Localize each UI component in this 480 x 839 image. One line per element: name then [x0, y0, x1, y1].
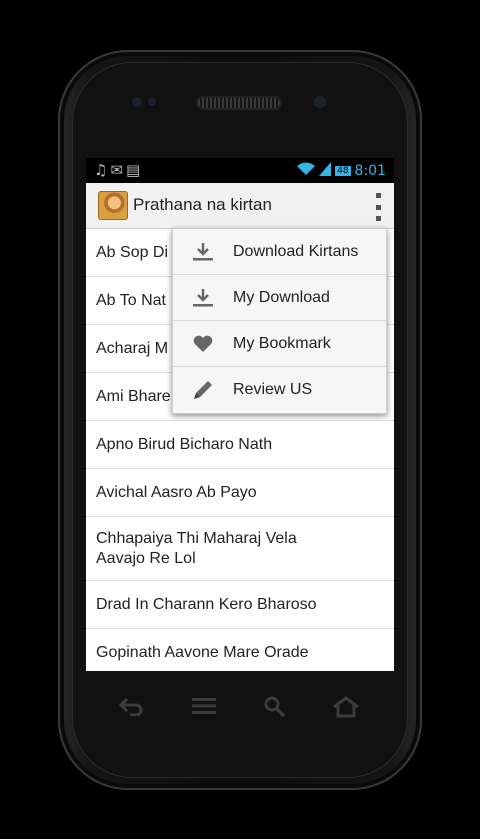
status-bar: ♫✉▤ 48 8:01 [86, 158, 394, 183]
list-item-label: Ami Bhare [96, 387, 171, 405]
battery-icon: 48 [335, 166, 351, 176]
list-item[interactable]: Apno Birud Bicharo Nath [86, 421, 394, 469]
music-note-icon: ♫ [94, 161, 111, 179]
action-bar: Prathana na kirtan [86, 183, 394, 229]
screen: ♫✉▤ 48 8:01 Prathana na kirtan Ab Sop Di… [86, 158, 394, 671]
list-item[interactable]: Chhapaiya Thi Maharaj Vela Aavajo Re Lol [86, 517, 394, 581]
download-icon [173, 242, 233, 262]
app-title: Prathana na kirtan [133, 195, 272, 214]
list-item-label: Ab Sop Di [96, 243, 169, 261]
back-button[interactable] [118, 696, 144, 720]
menu-item-my-bookmark[interactable]: My Bookmark [173, 321, 386, 367]
signal-icon [319, 162, 332, 180]
pencil-icon [173, 378, 233, 402]
home-button[interactable] [332, 696, 360, 722]
menu-item-download-kirtans[interactable]: Download Kirtans [173, 229, 386, 275]
menu-item-label: Download Kirtans [233, 242, 359, 260]
download-icon [173, 288, 233, 308]
list-item[interactable]: Drad In Charann Kero Bharoso [86, 581, 394, 629]
list-item-label: Chhapaiya Thi Maharaj Vela Aavajo Re Lol [96, 529, 297, 567]
list-item[interactable]: Gopinath Aavone Mare Orade [86, 629, 394, 671]
mail-icon: ✉ [110, 161, 127, 179]
wifi-icon [297, 162, 316, 180]
earpiece-speaker [198, 98, 280, 108]
search-button[interactable] [264, 696, 286, 722]
list-item-label: Gopinath Aavone Mare Orade [96, 643, 309, 661]
sd-card-icon: ▤ [126, 161, 144, 179]
list-item-label: Avichal Aasro Ab Payo [96, 483, 257, 501]
front-camera-icon [132, 97, 142, 107]
heart-icon [173, 335, 233, 353]
menu-item-label: My Bookmark [233, 334, 331, 352]
app-logo-icon[interactable] [99, 192, 127, 219]
menu-button[interactable] [192, 696, 216, 720]
overflow-menu-icon[interactable] [371, 193, 385, 221]
sensor-icon [314, 96, 326, 108]
list-item-label: Drad In Charann Kero Bharoso [96, 595, 317, 613]
overflow-popup-menu: Download Kirtans My Download My Bookmark… [172, 228, 387, 414]
list-item-label: Ab To Nat [96, 291, 166, 309]
list-item-label: Acharaj M [96, 339, 169, 357]
menu-item-my-download[interactable]: My Download [173, 275, 386, 321]
clock: 8:01 [354, 163, 386, 179]
menu-item-review-us[interactable]: Review US [173, 367, 386, 413]
navigation-bar [86, 688, 394, 728]
status-right: 48 8:01 [297, 162, 386, 180]
list-item[interactable]: Avichal Aasro Ab Payo [86, 469, 394, 517]
notification-icons: ♫✉▤ [94, 161, 143, 179]
menu-item-label: My Download [233, 288, 330, 306]
menu-item-label: Review US [233, 381, 313, 398]
sensor-icon [148, 98, 156, 106]
list-item-label: Apno Birud Bicharo Nath [96, 435, 273, 453]
